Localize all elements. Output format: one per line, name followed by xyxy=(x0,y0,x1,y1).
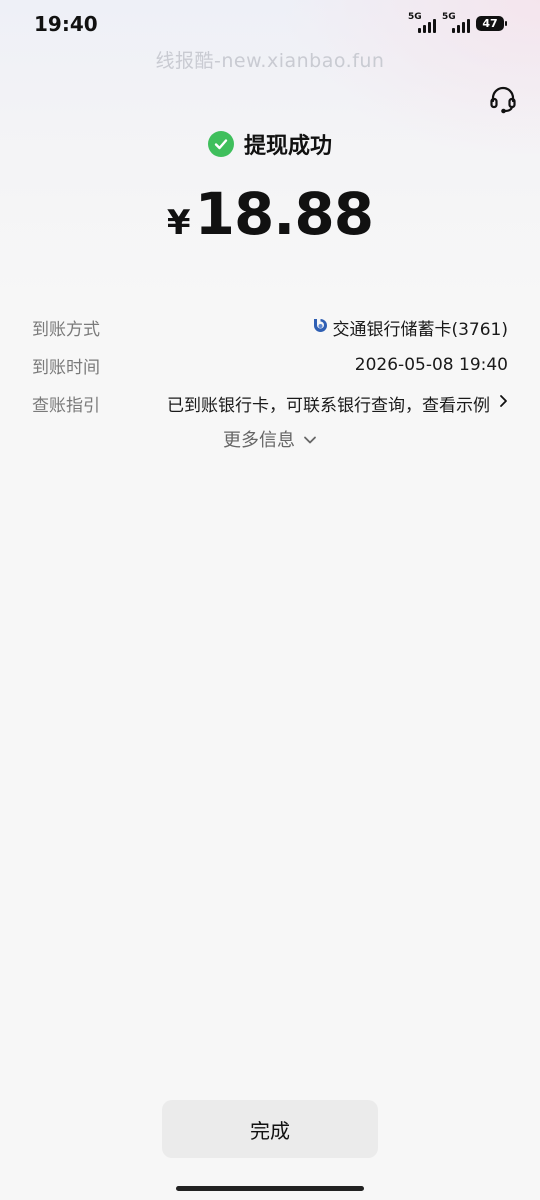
cellular-signal-icon: 5G xyxy=(408,12,436,33)
status-time: 19:40 xyxy=(34,12,98,36)
check-icon xyxy=(207,131,234,157)
currency-symbol: ¥ xyxy=(166,203,191,243)
guide-link[interactable]: 已到账银行卡，可联系银行查询，查看示例 xyxy=(167,391,508,416)
amount-value: 18.88 xyxy=(194,180,374,248)
chevron-right-icon xyxy=(494,393,508,413)
headset-icon[interactable] xyxy=(488,84,518,114)
detail-row-guide[interactable]: 查账指引 已到账银行卡，可联系银行查询，查看示例 xyxy=(32,384,508,422)
success-status: 提现成功 xyxy=(0,128,540,160)
detail-row-time: 到账时间 2026-05-08 19:40 xyxy=(32,346,508,384)
detail-label: 到账方式 xyxy=(32,319,100,340)
more-info-label: 更多信息 xyxy=(223,430,295,451)
bank-logo-icon xyxy=(310,316,328,339)
detail-list: 到账方式 交通银行储蓄卡(3761) 到账时间 2026-05-08 19:40… xyxy=(32,308,508,422)
status-bar: 19:40 5G 5G 47 xyxy=(0,0,540,50)
home-indicator[interactable] xyxy=(176,1186,364,1191)
battery-level: 47 xyxy=(482,16,498,30)
detail-label: 到账时间 xyxy=(32,357,100,378)
cellular-signal-icon-2: 5G xyxy=(442,12,470,33)
success-title: 提现成功 xyxy=(243,134,332,159)
battery-icon: 47 xyxy=(476,15,507,31)
detail-label: 查账指引 xyxy=(32,395,100,416)
done-button[interactable]: 完成 xyxy=(162,1100,378,1158)
amount-display: ¥ 18.88 xyxy=(0,180,540,248)
guide-text: 已到账银行卡，可联系银行查询，查看示例 xyxy=(167,395,490,416)
watermark: 线报酷-new.xianbao.fun xyxy=(155,50,385,72)
bank-card-name: 交通银行储蓄卡(3761) xyxy=(332,319,508,340)
detail-value: 2026-05-08 19:40 xyxy=(354,355,508,375)
detail-value: 交通银行储蓄卡(3761) xyxy=(310,315,508,340)
chevron-down-icon xyxy=(303,429,317,450)
detail-row-method: 到账方式 交通银行储蓄卡(3761) xyxy=(32,308,508,346)
status-indicators: 5G 5G 47 xyxy=(408,12,507,33)
more-info-toggle[interactable]: 更多信息 xyxy=(0,426,540,452)
